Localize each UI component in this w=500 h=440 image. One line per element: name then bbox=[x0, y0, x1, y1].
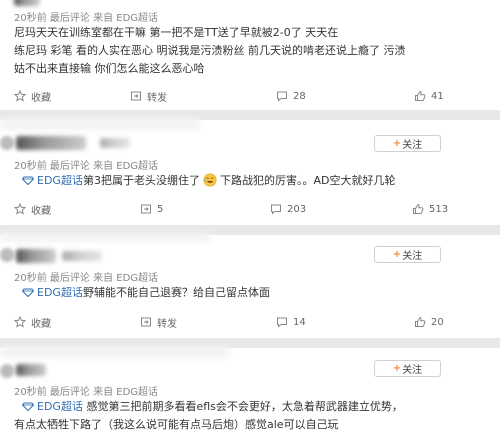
comment-button[interactable]: 28 bbox=[276, 86, 306, 106]
repost-label: 转发 bbox=[157, 318, 177, 330]
username-redacted bbox=[16, 364, 46, 376]
laughing-emoji-icon bbox=[203, 173, 217, 187]
post-meta: 20秒前 最后评论 来自 EDG超话 bbox=[14, 161, 159, 172]
topic-diamond-icon bbox=[22, 176, 34, 185]
like-count: 513 bbox=[429, 203, 449, 215]
comment-count: 14 bbox=[293, 316, 306, 328]
star-icon bbox=[14, 316, 26, 328]
comment-count: 28 bbox=[293, 90, 306, 102]
repost-count: 5 bbox=[157, 203, 164, 215]
header-redacted bbox=[0, 118, 200, 130]
comment-icon bbox=[271, 204, 281, 215]
header-redacted bbox=[0, 346, 230, 358]
post-content-line: 练尼玛 彩笔 看的人实在恶心 明说我是污渍粉丝 前几天说的啃老还说上瘾了 污渍 bbox=[14, 44, 406, 57]
post-text: 野辅能不能自己退赛？给自己留点体面 bbox=[82, 286, 270, 299]
avatar bbox=[0, 248, 14, 262]
post-actions: 收藏 转发 14 20 bbox=[0, 312, 500, 332]
username-redacted bbox=[100, 138, 130, 148]
like-count: 20 bbox=[431, 316, 444, 328]
thumbs-up-icon bbox=[415, 90, 426, 101]
plus-icon: + bbox=[392, 138, 402, 149]
collect-button[interactable]: 收藏 bbox=[14, 86, 51, 106]
username-redacted bbox=[16, 249, 56, 263]
plus-icon: + bbox=[392, 249, 402, 260]
post-content-line: 尼玛天天在训练室都在干嘛 第一把不是TT送了早就被2-0了 天天在 bbox=[14, 26, 339, 39]
post-meta: 20秒前 最后评论 来自 EDG超话 bbox=[14, 387, 159, 398]
collect-button[interactable]: 收藏 bbox=[14, 312, 51, 332]
like-button[interactable]: 41 bbox=[414, 86, 444, 106]
repost-icon bbox=[131, 91, 141, 101]
avatar bbox=[0, 364, 14, 378]
post-meta: 20秒前 最后评论 来自 EDG超话 bbox=[14, 13, 159, 24]
post-meta: 20秒前 最后评论 来自 EDG超话 bbox=[14, 273, 159, 284]
header-redacted bbox=[0, 232, 210, 242]
like-button[interactable]: 513 bbox=[412, 199, 448, 219]
topic-diamond-icon bbox=[22, 402, 34, 411]
collect-button[interactable]: 收藏 bbox=[14, 199, 51, 219]
like-button[interactable]: 20 bbox=[414, 312, 444, 332]
follow-label: 关注 bbox=[402, 251, 423, 262]
follow-label: 关注 bbox=[402, 140, 423, 151]
username-redacted bbox=[62, 251, 102, 261]
post-actions: 收藏 转发 28 41 bbox=[0, 86, 500, 106]
post-text: 感觉第三把前期多看看efls会不会更好，太急着帮武器建立优势， bbox=[86, 400, 403, 413]
comment-icon bbox=[277, 91, 287, 102]
follow-button[interactable]: + 关注 bbox=[374, 246, 441, 263]
repost-button[interactable]: 转发 bbox=[130, 86, 167, 106]
post-text: 第3把属于老头没绷住了 bbox=[82, 174, 200, 187]
like-count: 41 bbox=[431, 90, 444, 102]
username-redacted bbox=[16, 136, 86, 150]
follow-button[interactable]: + 关注 bbox=[374, 135, 441, 152]
collect-label: 收藏 bbox=[31, 318, 51, 330]
comment-button[interactable]: 14 bbox=[276, 312, 306, 332]
star-icon bbox=[14, 90, 26, 102]
topic-link[interactable]: EDG超话 bbox=[37, 286, 83, 299]
post-content-line: EDG超话 感觉第三把前期多看看efls会不会更好，太急着帮武器建立优势， bbox=[22, 398, 403, 416]
collect-label: 收藏 bbox=[31, 92, 51, 104]
repost-button[interactable]: 转发 bbox=[140, 312, 177, 332]
post-text: 下路战犯的厉害。。AD空大就好几轮 bbox=[219, 174, 396, 187]
repost-icon bbox=[141, 317, 151, 327]
post-content-line: 有点太牺牲下路了（我这么说可能有点马后炮）感觉ale可以自己玩 bbox=[14, 418, 339, 431]
follow-label: 关注 bbox=[402, 365, 423, 376]
thumbs-up-icon bbox=[415, 316, 426, 327]
star-icon bbox=[14, 203, 26, 215]
follow-button[interactable]: + 关注 bbox=[374, 360, 441, 377]
post-actions: 收藏 5 203 513 bbox=[0, 199, 500, 219]
collect-label: 收藏 bbox=[31, 205, 51, 217]
repost-button[interactable]: 5 bbox=[140, 199, 163, 219]
username-redacted bbox=[14, 0, 40, 6]
comment-button[interactable]: 203 bbox=[270, 199, 306, 219]
topic-link[interactable]: EDG超话 bbox=[37, 400, 83, 413]
avatar bbox=[0, 136, 14, 150]
topic-link[interactable]: EDG超话 bbox=[37, 174, 83, 187]
thumbs-up-icon bbox=[413, 203, 424, 214]
comment-count: 203 bbox=[287, 203, 307, 215]
comment-icon bbox=[277, 317, 287, 328]
post-content-line: 姑不出来直接输 你们怎么能这么恶心哈 bbox=[14, 62, 205, 75]
topic-diamond-icon bbox=[22, 288, 34, 297]
post-content: EDG超话第3把属于老头没绷住了 下路战犯的厉害。。AD空大就好几轮 bbox=[22, 172, 395, 190]
plus-icon: + bbox=[392, 363, 402, 374]
post-content: EDG超话野辅能不能自己退赛？给自己留点体面 bbox=[22, 284, 270, 302]
repost-label: 转发 bbox=[147, 92, 167, 104]
repost-icon bbox=[141, 204, 151, 214]
